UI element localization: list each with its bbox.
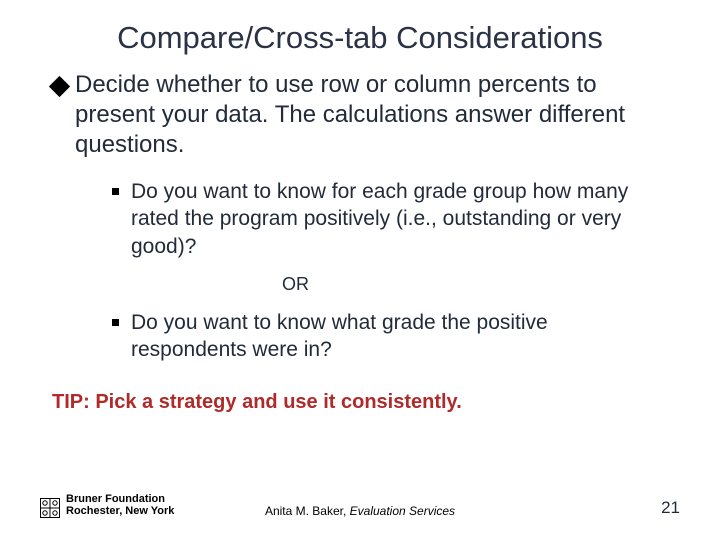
square-bullet-icon bbox=[112, 188, 119, 195]
square-bullet-icon bbox=[112, 319, 119, 326]
sub-bullet-list-2: Do you want to know what grade the posit… bbox=[112, 309, 668, 364]
tip-line: TIP: Pick a strategy and use it consiste… bbox=[52, 391, 668, 414]
footer-service: Evaluation Services bbox=[350, 504, 455, 518]
main-bullet-lead: Decide bbox=[75, 71, 150, 98]
main-bullet: Decide whether to use row or column perc… bbox=[52, 70, 668, 160]
sub-bullet-a: Do you want to know for each grade group… bbox=[112, 178, 668, 260]
footer-author: Anita M. Baker, bbox=[265, 504, 350, 518]
main-bullet-text: Decide whether to use row or column perc… bbox=[75, 70, 668, 160]
or-separator: OR bbox=[282, 274, 668, 295]
footer-center: Anita M. Baker, Evaluation Services bbox=[40, 504, 680, 518]
slide: Compare/Cross-tab Considerations Decide … bbox=[0, 0, 720, 540]
main-bullet-rest: whether to use row or column percents to… bbox=[75, 71, 625, 158]
slide-title: Compare/Cross-tab Considerations bbox=[52, 20, 668, 56]
sub-bullet-a-text: Do you want to know for each grade group… bbox=[131, 178, 668, 260]
diamond-bullet-icon bbox=[49, 76, 70, 97]
footer: Bruner Foundation Rochester, New York An… bbox=[40, 493, 680, 518]
sub-bullet-b: Do you want to know what grade the posit… bbox=[112, 309, 668, 364]
sub-bullet-b-text: Do you want to know what grade the posit… bbox=[131, 309, 668, 364]
sub-bullet-list: Do you want to know for each grade group… bbox=[112, 178, 668, 260]
